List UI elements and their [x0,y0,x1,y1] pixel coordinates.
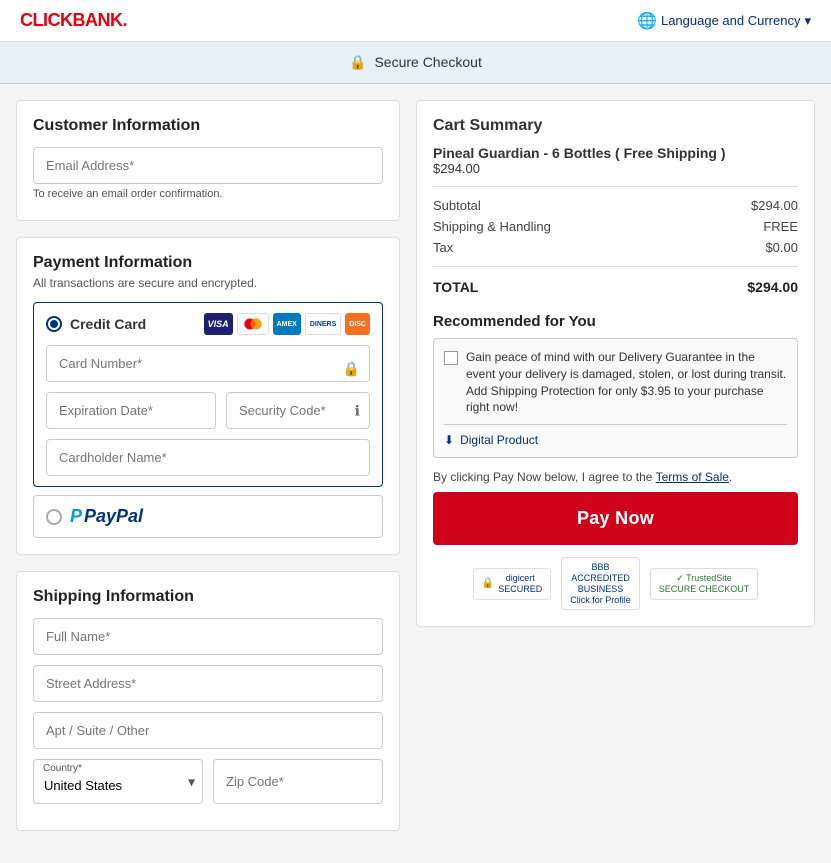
main-content: Customer Information To receive an email… [0,84,831,863]
card-lock-icon: 🔒 [343,360,360,377]
cart-divider-1 [433,186,798,187]
shipping-value: FREE [763,219,798,234]
logo-text: CLICKBANK. [20,10,127,30]
bbb-label: BBBACCREDITEDBUSINESSClick for Profile [570,562,631,605]
paypal-logo: PPayPal [70,506,143,527]
paypal-p: P [70,506,82,527]
card-number-wrap: 🔒 [46,345,370,392]
recommend-inner: Gain peace of mind with our Delivery Gua… [444,349,787,416]
trusted-site-badge: ✓ TrustedSiteSECURE CHECKOUT [650,568,759,600]
shipping-info-title: Shipping Information [33,588,383,606]
digital-product-label: Digital Product [460,433,538,447]
globe-icon: 🌐 [637,11,657,31]
credit-card-radio[interactable] [46,316,62,332]
full-name-input[interactable] [33,618,383,655]
payment-info-subtitle: All transactions are secure and encrypte… [33,276,383,290]
right-column: Cart Summary Pineal Guardian - 6 Bottles… [416,100,815,627]
shipping-line: Shipping & Handling FREE [433,216,798,237]
trusted-site-label: ✓ TrustedSiteSECURE CHECKOUT [659,573,750,595]
delivery-guarantee-checkbox[interactable] [444,351,458,365]
tax-line: Tax $0.00 [433,237,798,258]
payment-methods: Credit Card VISA AMEX DI [33,302,383,538]
credit-card-option[interactable]: Credit Card VISA AMEX DI [33,302,383,487]
trust-badges: 🔒 digicertSECURED BBBACCREDITEDBUSINESSC… [433,557,798,610]
expiry-input[interactable] [46,392,216,429]
customer-info-section: Customer Information To receive an email… [16,100,400,221]
card-icons: VISA AMEX DINERS DISC [204,313,370,335]
subtotal-value: $294.00 [751,198,798,213]
digicert-badge: 🔒 digicertSECURED [473,568,551,600]
secure-banner: 🔒 Secure Checkout [0,42,831,84]
paypal-option[interactable]: PPayPal [33,495,383,538]
zip-code-input[interactable] [213,759,383,804]
country-select-wrap: Country* United States ▾ [33,759,203,804]
street-address-input[interactable] [33,665,383,702]
lock-icon: 🔒 [349,54,366,70]
security-code-input[interactable] [226,392,370,429]
credit-card-label: Credit Card [70,316,146,332]
recommend-box: Gain peace of mind with our Delivery Gua… [433,338,798,458]
recommended-title: Recommended for You [433,313,798,330]
card-fields: 🔒 ℹ [46,345,370,476]
digicert-lock-icon: 🔒 [482,578,494,589]
country-label: Country* [43,763,82,774]
visa-icon: VISA [204,313,233,335]
paypal-text: PayPal [84,506,143,527]
email-field[interactable] [33,147,383,184]
cart-summary: Cart Summary Pineal Guardian - 6 Bottles… [433,117,798,299]
chevron-down-icon: ▾ [804,13,811,29]
email-hint: To receive an email order confirmation. [33,188,383,200]
cart-total-line: TOTAL $294.00 [433,275,798,299]
digicert-label: digicertSECURED [498,573,542,595]
customer-info-title: Customer Information [33,117,383,135]
payment-info-title: Payment Information [33,254,383,272]
terms-line: By clicking Pay Now below, I agree to th… [433,470,798,484]
total-value: $294.00 [747,279,798,295]
product-price: $294.00 [433,161,798,176]
country-zip-row: Country* United States ▾ [33,759,383,804]
pay-now-button[interactable]: Pay Now [433,492,798,545]
discover-icon: DISC [345,313,370,335]
security-info-icon[interactable]: ℹ [355,402,360,419]
cart-title: Cart Summary [433,117,798,135]
bbb-badge: BBBACCREDITEDBUSINESSClick for Profile [561,557,640,610]
amex-icon: AMEX [273,313,301,335]
shipping-label: Shipping & Handling [433,219,551,234]
cardholder-name-input[interactable] [46,439,370,476]
product-name: Pineal Guardian - 6 Bottles ( Free Shipp… [433,145,798,161]
terms-text-before: By clicking Pay Now below, I agree to th… [433,470,656,484]
mastercard-icon [237,313,269,335]
total-label: TOTAL [433,279,478,295]
header: CLICKBANK. 🌐 Language and Currency ▾ [0,0,831,42]
security-wrap: ℹ [226,392,370,429]
left-column: Customer Information To receive an email… [16,100,416,847]
paypal-header: PPayPal [46,506,370,527]
tax-label: Tax [433,240,453,255]
apt-suite-input[interactable] [33,712,383,749]
subtotal-label: Subtotal [433,198,481,213]
digital-product-line: ⬇ Digital Product [444,424,787,447]
download-icon: ⬇ [444,433,454,447]
language-currency-button[interactable]: 🌐 Language and Currency ▾ [637,11,811,31]
credit-card-header: Credit Card VISA AMEX DI [46,313,370,335]
expiry-security-row: ℹ [46,392,370,429]
logo: CLICKBANK. [20,10,127,31]
tax-value: $0.00 [765,240,798,255]
card-number-input[interactable] [46,345,370,382]
secure-banner-text: Secure Checkout [374,54,481,70]
paypal-radio[interactable] [46,509,62,525]
terms-of-sale-link[interactable]: Terms of Sale [656,470,729,484]
cart-divider-2 [433,266,798,267]
recommend-text: Gain peace of mind with our Delivery Gua… [466,349,787,416]
payment-info-section: Payment Information All transactions are… [16,237,400,555]
terms-text-after: . [729,470,732,484]
recommended-section: Recommended for You Gain peace of mind w… [433,313,798,458]
subtotal-line: Subtotal $294.00 [433,195,798,216]
diners-icon: DINERS [305,313,341,335]
zip-field-wrap [213,759,383,804]
shipping-info-section: Shipping Information Country* United Sta… [16,571,400,831]
lang-currency-label: Language and Currency [661,13,801,28]
